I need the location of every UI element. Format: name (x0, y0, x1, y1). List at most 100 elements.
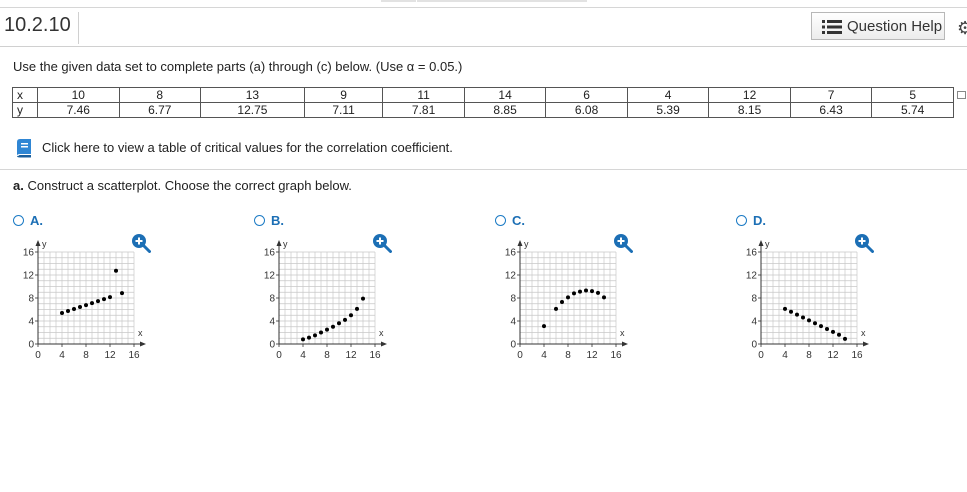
y-tick-label: 12 (505, 271, 517, 282)
x-tick-label: 16 (128, 350, 140, 361)
gear-icon[interactable]: ⚙ (957, 18, 967, 39)
y-axis-label: y (524, 239, 529, 249)
x-tick-label: 12 (104, 350, 116, 361)
question-header: 10.2.10 Question Help ⚙ (0, 8, 967, 47)
y-cell: 12.75 (200, 102, 305, 118)
data-point (542, 324, 546, 329)
option-a[interactable]: A. x y 0 4 8 12 16 0 4 8 12 16 (13, 213, 153, 368)
x-tick-label: 16 (610, 350, 622, 361)
y-tick-label: 12 (746, 271, 758, 282)
y-axis-label: y (283, 239, 288, 249)
x-axis-arrow (863, 341, 869, 347)
data-point (843, 336, 847, 341)
x-tick-label: 0 (276, 350, 282, 361)
x-axis-label: x (620, 328, 625, 338)
y-cell: 8.85 (463, 102, 547, 118)
expand-table-button[interactable] (957, 91, 966, 99)
x-tick-label: 16 (369, 350, 381, 361)
zoom-icon[interactable] (372, 233, 392, 253)
y-tick-label: 12 (264, 271, 276, 282)
divider (0, 169, 967, 170)
data-point (560, 300, 564, 305)
data-point (819, 324, 823, 329)
option-b[interactable]: B. x y 0 4 8 12 16 0 4 8 12 16 (254, 213, 394, 368)
data-point (102, 297, 106, 302)
magnifier-handle (624, 244, 633, 253)
y-tick-label: 16 (505, 248, 517, 259)
data-point (807, 318, 811, 323)
y-tick-label: 16 (746, 248, 758, 259)
critical-values-link-text[interactable]: Click here to view a table of critical v… (42, 140, 453, 155)
table-row: x 10 8 13 9 11 14 6 4 12 7 5 (12, 87, 954, 103)
radio-button[interactable] (13, 215, 24, 226)
y-tick-label: 16 (23, 248, 35, 259)
x-tick-label: 4 (59, 350, 65, 361)
data-point (566, 295, 570, 300)
data-point (795, 312, 799, 317)
zoom-icon[interactable] (131, 233, 151, 253)
instructions: Use the given data set to complete parts… (13, 59, 463, 74)
y-tick-label: 0 (269, 340, 275, 351)
y-tick-label: 0 (751, 340, 757, 351)
y-cell: 7.46 (37, 102, 120, 118)
x-cell: 8 (118, 87, 201, 103)
y-tick-label: 8 (510, 294, 516, 305)
zoom-icon[interactable] (613, 233, 633, 253)
x-cell: 9 (303, 87, 384, 103)
radio-button[interactable] (254, 215, 265, 226)
x-tick-label: 8 (806, 350, 812, 361)
data-point (813, 321, 817, 326)
x-axis-label: x (861, 328, 866, 338)
divider (78, 12, 79, 44)
x-tick-label: 0 (758, 350, 764, 361)
x-cell: 5 (871, 87, 954, 103)
x-tick-label: 12 (827, 350, 839, 361)
data-point (361, 296, 365, 301)
y-tick-label: 4 (28, 317, 34, 328)
y-tick-label: 16 (264, 248, 276, 259)
data-point (596, 290, 600, 295)
y-tick-label: 12 (23, 271, 35, 282)
radio-button[interactable] (495, 215, 506, 226)
zoom-icon[interactable] (854, 233, 874, 253)
x-cell: 6 (545, 87, 628, 103)
y-tick-label: 4 (269, 317, 275, 328)
data-point (72, 307, 76, 312)
data-point (578, 289, 582, 294)
part-a-text: Construct a scatterplot. Choose the corr… (27, 178, 352, 193)
row-x-label: x (12, 87, 38, 103)
option-label: D. (753, 213, 766, 228)
scatterplot-graph: x y 0 4 8 12 16 0 4 8 12 16 (746, 239, 869, 361)
question-help-label: Question Help (847, 18, 943, 35)
data-point (114, 268, 118, 273)
y-axis-label: y (42, 239, 47, 249)
x-tick-label: 0 (517, 350, 523, 361)
radio-button[interactable] (736, 215, 747, 226)
scatterplot-graph: x y 0 4 8 12 16 0 4 8 12 16 (505, 239, 628, 361)
data-point (307, 335, 311, 340)
x-cell: 14 (463, 87, 547, 103)
data-table: x 10 8 13 9 11 14 6 4 12 7 5 y 7.46 6.77… (12, 87, 954, 118)
option-d[interactable]: D. x y 0 4 8 12 16 0 4 8 12 16 (736, 213, 876, 368)
x-tick-label: 0 (35, 350, 41, 361)
x-tick-label: 4 (541, 350, 547, 361)
x-axis-label: x (379, 328, 384, 338)
option-c[interactable]: C. x y 0 4 8 12 16 0 4 8 12 16 (495, 213, 635, 368)
y-cell: 6.77 (118, 102, 201, 118)
data-point (313, 333, 317, 338)
y-axis-arrow (35, 240, 41, 246)
magnifier-handle (383, 244, 392, 253)
data-point (78, 305, 82, 310)
data-point (837, 332, 841, 337)
question-id: 10.2.10 (4, 14, 71, 36)
data-point (108, 295, 112, 300)
x-axis-arrow (622, 341, 628, 347)
y-tick-label: 4 (751, 317, 757, 328)
data-point (60, 311, 64, 316)
data-point (66, 308, 70, 313)
y-axis-arrow (758, 240, 764, 246)
x-tick-label: 8 (565, 350, 571, 361)
y-tick-label: 8 (751, 294, 757, 305)
y-axis-arrow (517, 240, 523, 246)
question-help-button[interactable]: Question Help (811, 12, 945, 40)
